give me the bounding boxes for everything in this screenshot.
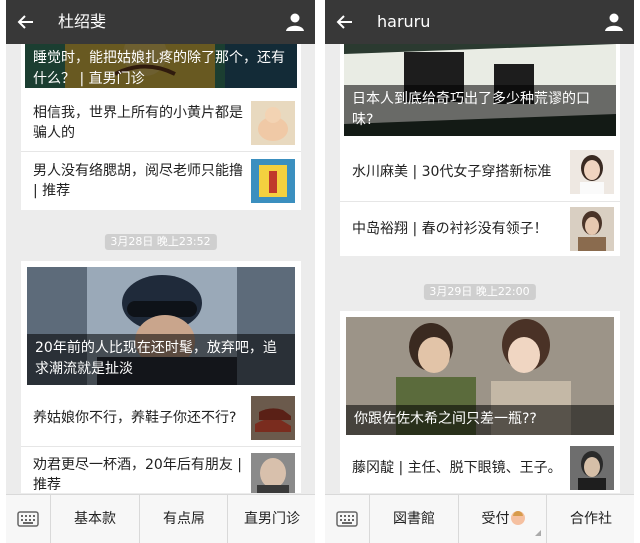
keyboard-icon — [336, 511, 358, 527]
back-arrow-icon[interactable] — [16, 12, 36, 32]
list-item[interactable]: 水川麻美 | 30代女子穿搭新标准 — [340, 144, 620, 200]
cover-caption: 20年前的人比现在还时髦，放弃吧，追求潮流就是扯淡 — [27, 334, 295, 385]
article-card[interactable]: 20年前的人比现在还时髦，放弃吧，追求潮流就是扯淡 养姑娘你不行，养鞋子你还不行… — [21, 261, 301, 493]
cover-caption: 睡觉时，能把姑娘扎疼的除了那个，还有什么？ | 直男门诊 — [25, 44, 297, 88]
menu-item-cool[interactable]: 有点屌 — [139, 495, 228, 543]
thumbnail — [251, 101, 295, 145]
thumbnail — [570, 150, 614, 194]
chat-screen-right: haruru 日本人到底给奇巧出了多少种荒谬的口味? 水川麻美 | 30代女子穿… — [325, 0, 634, 543]
man-glasses-icon — [570, 446, 614, 490]
article-card[interactable]: 睡觉时，能把姑娘扎疼的除了那个，还有什么？ | 直男门诊 相信我，世界上所有的小… — [21, 44, 301, 210]
cartoon-hand-icon — [251, 159, 295, 203]
keyboard-toggle-button[interactable] — [325, 495, 370, 543]
thumbnail — [251, 159, 295, 203]
thumbnail — [251, 453, 295, 493]
thumbnail — [570, 446, 614, 490]
article-card[interactable]: 你跟佐佐木希之间只差一瓶?? 藤冈靛 | 主任、脱下眼镜、王子。 — [340, 311, 620, 493]
menu-item-reception[interactable]: 受付 — [458, 495, 547, 543]
list-item-title: 藤冈靛 | 主任、脱下眼镜、王子。 — [352, 460, 562, 476]
list-item[interactable]: 劝君更尽一杯酒，20年后有朋友 | 推荐 — [21, 446, 301, 493]
cover-caption: 日本人到底给奇巧出了多少种荒谬的口味? — [344, 85, 616, 136]
timestamp-badge: 3月29日 晚上22:00 — [423, 284, 536, 300]
menu-item-coop[interactable]: 合作社 — [546, 495, 634, 543]
list-item[interactable]: 中岛裕翔 | 春の衬衫没有领子！ — [340, 201, 620, 256]
submenu-indicator-icon — [535, 530, 541, 536]
menu-item-clinic[interactable]: 直男门诊 — [227, 495, 315, 543]
menu-item-label: 受付 — [481, 511, 510, 527]
timestamp-badge: 3月28日 晚上23:52 — [104, 234, 217, 250]
list-item-title: 水川麻美 | 30代女子穿搭新标准 — [352, 164, 552, 180]
young-man-icon — [570, 207, 614, 251]
bottom-menu-bar: 図書館 受付 合作社 — [325, 494, 634, 543]
bottom-menu-bar: 基本款 有点屌 直男门诊 — [6, 494, 315, 543]
menu-item-basic[interactable]: 基本款 — [51, 495, 139, 543]
list-item[interactable]: 男人没有络腮胡，阅尽老师只能撸 | 推荐 — [21, 151, 301, 210]
top-bar: haruru — [325, 0, 634, 44]
thumbnail — [570, 207, 614, 251]
list-item-title: 相信我，世界上所有的小黄片都是骗人的 — [33, 105, 243, 141]
keyboard-icon — [17, 511, 39, 527]
top-bar: 杜绍斐 — [6, 0, 315, 44]
cover-image[interactable]: 日本人到底给奇巧出了多少种荒谬的口味? — [344, 44, 616, 136]
cover-image[interactable]: 20年前的人比现在还时髦，放弃吧，追求潮流就是扯淡 — [27, 267, 295, 385]
thumbnail — [251, 396, 295, 440]
shoes-icon — [251, 396, 295, 440]
list-item[interactable]: 藤冈靛 | 主任、脱下眼镜、王子。 — [340, 441, 620, 493]
chat-title: 杜绍斐 — [58, 12, 107, 31]
keyboard-toggle-button[interactable] — [6, 495, 51, 543]
chick-icon — [251, 101, 295, 145]
article-card[interactable]: 日本人到底给奇巧出了多少种荒谬的口味? 水川麻美 | 30代女子穿搭新标准 中岛… — [340, 44, 620, 256]
chat-title: haruru — [377, 12, 431, 31]
list-item-title: 劝君更尽一杯酒，20年后有朋友 | 推荐 — [33, 457, 242, 493]
profile-icon[interactable] — [285, 12, 305, 32]
cover-image[interactable]: 你跟佐佐木希之间只差一瓶?? — [346, 317, 614, 435]
man-portrait-icon — [251, 453, 295, 493]
cover-image[interactable]: 睡觉时，能把姑娘扎疼的除了那个，还有什么？ | 直男门诊 — [25, 44, 297, 88]
woman-portrait-icon — [570, 150, 614, 194]
list-item[interactable]: 相信我，世界上所有的小黄片都是骗人的 — [21, 96, 301, 150]
cover-caption: 你跟佐佐木希之间只差一瓶?? — [346, 405, 614, 435]
list-item-title: 中岛裕翔 | 春の衬衫没有领子！ — [352, 221, 548, 237]
chat-screen-left: 杜绍斐 睡觉时，能把姑娘扎疼的除了那个，还有什么？ | 直男门诊 相信我，世界上… — [6, 0, 315, 543]
list-item[interactable]: 养姑娘你不行，养鞋子你还不行? — [21, 391, 301, 445]
list-item-title: 养姑娘你不行，养鞋子你还不行? — [33, 410, 237, 426]
profile-icon[interactable] — [604, 12, 624, 32]
girl-emoji-icon — [510, 511, 525, 525]
menu-item-library[interactable]: 図書館 — [370, 495, 458, 543]
back-arrow-icon[interactable] — [335, 12, 355, 32]
list-item-title: 男人没有络腮胡，阅尽老师只能撸 | 推荐 — [33, 163, 243, 199]
